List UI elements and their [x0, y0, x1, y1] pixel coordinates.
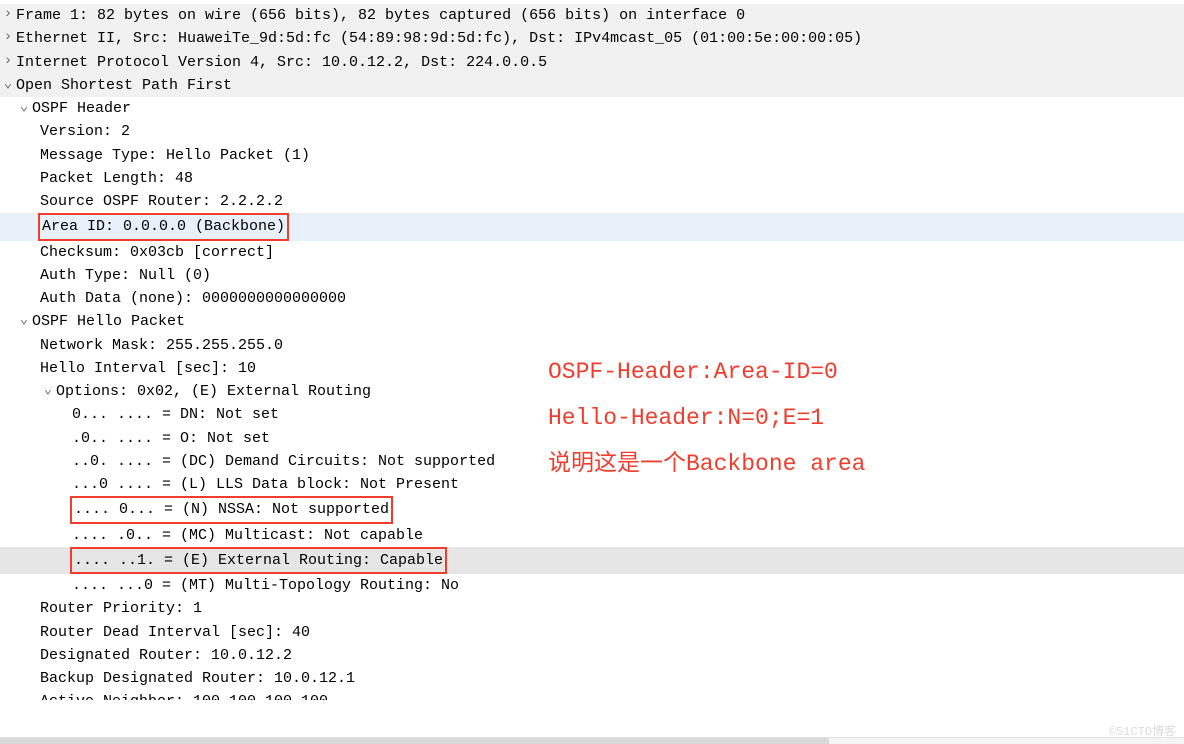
- ethernet-summary[interactable]: › Ethernet II, Src: HuaweiTe_9d:5d:fc (5…: [0, 27, 1184, 50]
- watermark-text: ©51CTO博客: [1109, 723, 1176, 742]
- ospf-hello-node[interactable]: ⌄ OSPF Hello Packet: [0, 310, 1184, 333]
- highlight-opt-e: .... ..1. = (E) External Routing: Capabl…: [70, 547, 447, 574]
- opt-mt[interactable]: .... ...0 = (MT) Multi-Topology Routing:…: [0, 574, 1184, 597]
- ip-summary[interactable]: › Internet Protocol Version 4, Src: 10.0…: [0, 51, 1184, 74]
- field-pkt-len[interactable]: Packet Length: 48: [0, 167, 1184, 190]
- field-bdr[interactable]: Backup Designated Router: 10.0.12.1: [0, 667, 1184, 690]
- chevron-down-icon[interactable]: ⌄: [16, 310, 32, 332]
- annotation-line-1: OSPF-Header:Area-ID=0: [548, 352, 838, 393]
- annotation-line-3: 说明这是一个Backbone area: [548, 444, 865, 485]
- chevron-down-icon[interactable]: ⌄: [16, 97, 32, 119]
- field-dead-int[interactable]: Router Dead Interval [sec]: 40: [0, 621, 1184, 644]
- frame-text: Frame 1: 82 bytes on wire (656 bits), 82…: [16, 4, 745, 27]
- chevron-right-icon[interactable]: ›: [0, 4, 16, 26]
- field-area-id[interactable]: Area ID: 0.0.0.0 (Backbone): [0, 213, 1184, 240]
- field-checksum[interactable]: Checksum: 0x03cb [correct]: [0, 241, 1184, 264]
- frame-summary[interactable]: › Frame 1: 82 bytes on wire (656 bits), …: [0, 4, 1184, 27]
- opt-e[interactable]: .... ..1. = (E) External Routing: Capabl…: [0, 547, 1184, 574]
- field-version[interactable]: Version: 2: [0, 120, 1184, 143]
- chevron-down-icon[interactable]: ⌄: [0, 74, 16, 96]
- field-auth-type[interactable]: Auth Type: Null (0): [0, 264, 1184, 287]
- highlight-opt-n: .... 0... = (N) NSSA: Not supported: [70, 496, 393, 523]
- chevron-right-icon[interactable]: ›: [0, 27, 16, 49]
- eth-text: Ethernet II, Src: HuaweiTe_9d:5d:fc (54:…: [16, 27, 862, 50]
- horizontal-scrollbar[interactable]: [0, 737, 1184, 744]
- chevron-right-icon[interactable]: ›: [0, 51, 16, 73]
- ospf-header-node[interactable]: ⌄ OSPF Header: [0, 97, 1184, 120]
- field-src-router[interactable]: Source OSPF Router: 2.2.2.2: [0, 190, 1184, 213]
- ospf-hello-text: OSPF Hello Packet: [32, 310, 185, 333]
- highlight-area-id: Area ID: 0.0.0.0 (Backbone): [38, 213, 289, 240]
- ospf-summary[interactable]: ⌄ Open Shortest Path First: [0, 74, 1184, 97]
- field-router-pri[interactable]: Router Priority: 1: [0, 597, 1184, 620]
- ospf-header-text: OSPF Header: [32, 97, 131, 120]
- chevron-down-icon[interactable]: ⌄: [40, 380, 56, 402]
- options-text: Options: 0x02, (E) External Routing: [56, 380, 371, 403]
- field-dr[interactable]: Designated Router: 10.0.12.2: [0, 644, 1184, 667]
- opt-n[interactable]: .... 0... = (N) NSSA: Not supported: [0, 496, 1184, 523]
- annotation-line-2: Hello-Header:N=0;E=1: [548, 398, 824, 439]
- field-auth-data[interactable]: Auth Data (none): 0000000000000000: [0, 287, 1184, 310]
- ospf-text: Open Shortest Path First: [16, 74, 232, 97]
- ip-text: Internet Protocol Version 4, Src: 10.0.1…: [16, 51, 547, 74]
- field-neighbor-cutoff[interactable]: Active Neighbor: 100 100 100 100: [0, 690, 1184, 700]
- field-msg-type[interactable]: Message Type: Hello Packet (1): [0, 144, 1184, 167]
- opt-mc[interactable]: .... .0.. = (MC) Multicast: Not capable: [0, 524, 1184, 547]
- packet-tree: › Frame 1: 82 bytes on wire (656 bits), …: [0, 0, 1184, 700]
- scrollbar-thumb[interactable]: [0, 738, 829, 744]
